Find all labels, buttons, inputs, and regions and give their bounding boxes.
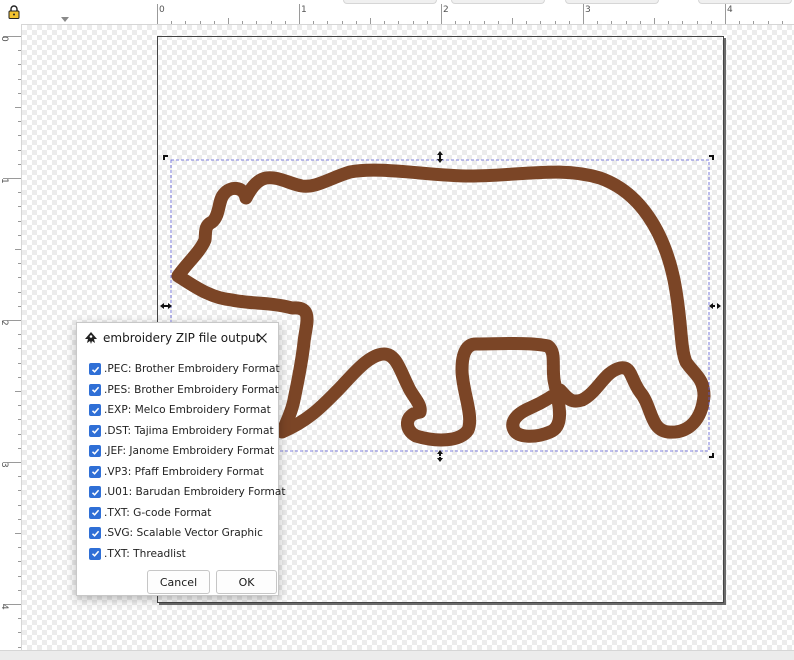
checkmark-icon: [91, 448, 99, 455]
format-option[interactable]: .U01: Barudan Embroidery Format: [89, 482, 286, 503]
checkbox-checked[interactable]: [89, 404, 101, 417]
checkbox-checked[interactable]: [89, 506, 101, 519]
format-option[interactable]: .DST: Tajima Embroidery Format: [89, 421, 275, 442]
checkbox-checked[interactable]: [89, 424, 101, 437]
format-label: .TXT: Threadlist: [104, 547, 186, 560]
dialog-title: embroidery ZIP file output: [103, 331, 261, 345]
resize-handle-top[interactable]: [437, 151, 443, 163]
resize-handle-top-left[interactable]: [163, 155, 170, 162]
format-option[interactable]: .PES: Brother Embroidery Format: [89, 380, 279, 401]
format-label: .EXP: Melco Embroidery Format: [104, 404, 271, 417]
resize-handle-top-right[interactable]: [709, 155, 714, 160]
inkscape-icon: [85, 332, 97, 344]
checkbox-checked[interactable]: [89, 527, 101, 540]
format-option[interactable]: .EXP: Melco Embroidery Format: [89, 400, 275, 421]
format-option[interactable]: .TXT: G-code Format: [89, 503, 275, 524]
format-label: .TXT: G-code Format: [104, 506, 212, 519]
embroidery-zip-dialog: embroidery ZIP file output .PEC: Brother…: [76, 322, 286, 596]
format-label: .U01: Barudan Embroidery Format: [104, 486, 286, 499]
checkmark-icon: [91, 509, 99, 517]
ok-button[interactable]: OK: [216, 570, 277, 594]
checkbox-checked[interactable]: [89, 547, 101, 560]
checkmark-icon: [91, 550, 99, 558]
checkbox-checked[interactable]: [89, 486, 101, 499]
format-label: .PES: Brother Embroidery Format: [104, 383, 279, 396]
checkbox-checked[interactable]: [89, 465, 101, 478]
checkbox-checked[interactable]: [89, 363, 101, 376]
resize-handle-right[interactable]: [709, 303, 721, 309]
close-icon[interactable]: [253, 329, 271, 347]
checkmark-icon: [91, 468, 99, 476]
cancel-button[interactable]: Cancel: [147, 570, 210, 594]
format-option[interactable]: .JEF: Janome Embroidery Format: [89, 441, 275, 462]
format-option[interactable]: .VP3: Pfaff Embroidery Format: [89, 462, 275, 483]
format-label: .VP3: Pfaff Embroidery Format: [104, 465, 264, 478]
format-option[interactable]: .SVG: Scalable Vector Graphic: [89, 523, 275, 544]
resize-handle-bottom-right[interactable]: [709, 453, 714, 458]
checkmark-icon: [91, 366, 99, 373]
format-label: .SVG: Scalable Vector Graphic: [104, 527, 263, 540]
format-label: .PEC: Brother Embroidery Format: [104, 363, 280, 376]
dialog-title-bar[interactable]: embroidery ZIP file output: [77, 323, 278, 353]
format-option[interactable]: .TXT: Threadlist: [89, 544, 275, 565]
checkbox-checked[interactable]: [89, 383, 101, 396]
format-label: .DST: Tajima Embroidery Format: [104, 424, 274, 437]
checkmark-icon: [91, 489, 99, 496]
resize-handle-bottom[interactable]: [437, 450, 443, 462]
format-list: .PEC: Brother Embroidery Format .PES: Br…: [89, 359, 286, 565]
checkmark-icon: [91, 407, 99, 414]
format-option[interactable]: .PEC: Brother Embroidery Format: [89, 359, 280, 380]
checkmark-icon: [91, 386, 99, 394]
checkbox-checked[interactable]: [89, 445, 101, 458]
resize-handle-left[interactable]: [160, 303, 172, 309]
checkmark-icon: [91, 427, 99, 435]
checkmark-icon: [91, 530, 99, 537]
format-label: .JEF: Janome Embroidery Format: [104, 445, 275, 458]
